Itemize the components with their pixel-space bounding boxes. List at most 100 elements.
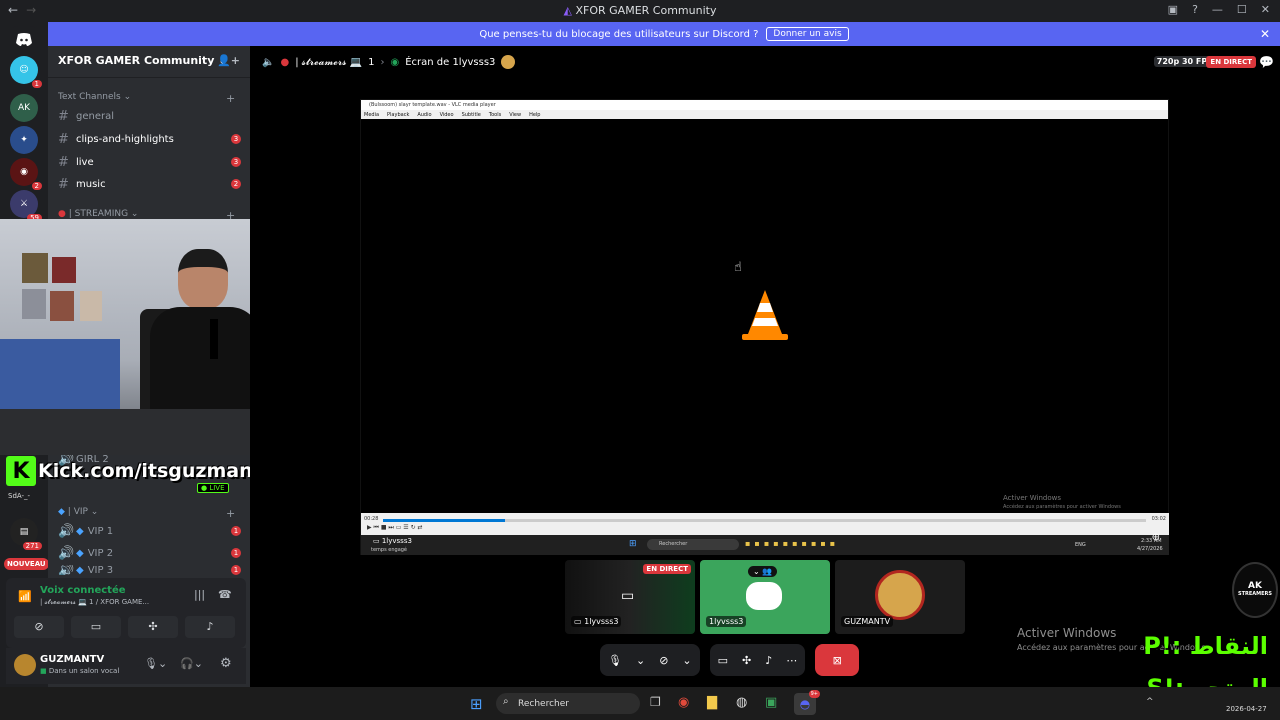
- start-icon[interactable]: ⊞: [470, 695, 483, 713]
- taskbar-search[interactable]: ⌕ Rechercher: [496, 693, 640, 714]
- inbox-icon[interactable]: ▣: [1168, 3, 1178, 16]
- channel-music[interactable]: # music 2: [58, 174, 243, 194]
- vlc-menu-audio[interactable]: Audio: [417, 112, 431, 118]
- category-vip[interactable]: ◆ | VIP ⌄ +: [58, 507, 235, 520]
- dm-avatar[interactable]: ☺ 1: [10, 56, 42, 88]
- chat-toggle-icon[interactable]: 💬: [1259, 55, 1274, 69]
- vlc-menu-tools[interactable]: Tools: [489, 112, 501, 118]
- tile-actions-icon[interactable]: ⌄ 👥: [748, 566, 778, 577]
- help-icon[interactable]: ?: [1192, 3, 1198, 16]
- arabic-points-overlay: النقاط :!P: [1143, 632, 1268, 660]
- mic-icon[interactable]: 🎙: [608, 654, 622, 667]
- participant-tile-stream[interactable]: EN DIRECT ▭ ▭ 1lyvsss3: [565, 560, 695, 634]
- kick-logo-icon: K: [6, 456, 36, 486]
- cursor-icon: ☝: [734, 260, 742, 275]
- camera-off-button[interactable]: ⊘: [14, 616, 64, 638]
- maximize-button[interactable]: ☐: [1237, 3, 1247, 16]
- server-icon-5[interactable]: ▤ 271: [10, 518, 42, 550]
- remote-start-icon: ⊞: [629, 539, 637, 549]
- participant-tile-voice[interactable]: ⌄ 👥 1lyvsss3: [700, 560, 830, 634]
- remote-taskbar-apps: ▪▪▪▪▪▪▪▪▪▪: [745, 539, 840, 548]
- tile-name: 1lyvsss3: [706, 616, 747, 627]
- file-explorer-icon[interactable]: ▇: [707, 695, 717, 710]
- add-channel-icon[interactable]: +: [226, 507, 235, 520]
- server-icon-ak[interactable]: AK: [10, 94, 38, 122]
- voice-channel-vip2[interactable]: 🔊 ◆ VIP 2 1: [58, 543, 243, 563]
- remote-taskbar: ▭ 1lyvsss3 temps engagé ⊞ Rechercher ▪▪▪…: [361, 535, 1169, 555]
- streamer-avatar: [501, 55, 516, 69]
- red-dot-icon: ●: [58, 209, 66, 219]
- share-screen-icon[interactable]: ▭: [718, 654, 728, 667]
- mic-icon[interactable]: 🎙⌄: [144, 657, 167, 670]
- server-header[interactable]: XFOR GAMER Community ⌄ 👤+: [48, 46, 250, 78]
- shared-screen[interactable]: (Bulssoom) slayr template.wav - VLC medi…: [360, 99, 1169, 555]
- headphones-icon[interactable]: 🎧⌄: [180, 657, 203, 670]
- channel-general[interactable]: # general: [58, 106, 243, 126]
- share-controls[interactable]: ▭ ✣ ♪ ⋯: [709, 644, 806, 676]
- xfor-logo-icon: ◭: [563, 4, 572, 17]
- voice-status[interactable]: Voix connectée: [40, 585, 126, 596]
- vlc-buttons[interactable]: ▶ ⏮ ■ ⏭ ▭ ☰ ↻ ⇄: [367, 524, 423, 532]
- more-icon[interactable]: ⋯: [786, 654, 797, 667]
- share-screen-button[interactable]: ▭: [71, 616, 121, 638]
- category-streaming[interactable]: ● | STREAMING ⌄ +: [58, 209, 235, 222]
- soundboard-button[interactable]: ♪: [185, 616, 235, 638]
- obs-icon[interactable]: ◍: [736, 695, 747, 710]
- new-badge[interactable]: NOUVEAU: [4, 558, 49, 570]
- chevron-down-icon[interactable]: ⌄: [682, 654, 691, 667]
- close-banner-icon[interactable]: ✕: [1260, 27, 1270, 41]
- category-text-channels[interactable]: Text Channels ⌄ +: [58, 92, 235, 105]
- speaker-icon: 🔈: [262, 56, 275, 68]
- disconnect-icon[interactable]: ☎: [218, 588, 232, 601]
- server-icon-2[interactable]: ✦: [10, 126, 38, 154]
- vlc-progress-bar[interactable]: [383, 519, 1146, 522]
- zoom-icon[interactable]: ⊕: [1152, 532, 1160, 543]
- tray-chevron-icon[interactable]: ^: [1146, 697, 1154, 707]
- screen-title: Écran de 1lyvsss3: [405, 56, 496, 68]
- participant-tile-guzmantv[interactable]: GUZMANTV: [835, 560, 965, 634]
- vlc-titlebar: (Bulssoom) slayr template.wav - VLC medi…: [361, 100, 1168, 110]
- username[interactable]: GUZMANTV: [40, 654, 104, 665]
- app-green-icon[interactable]: ▣: [765, 695, 777, 710]
- vlc-menu-playback[interactable]: Playback: [387, 112, 409, 118]
- avatar[interactable]: [14, 654, 36, 676]
- voice-channel-name[interactable]: | 𝓼𝓽𝓻𝓮𝓪𝓶𝓮𝓻𝓼 💻: [295, 57, 362, 68]
- discord-taskbar-icon[interactable]: ◓ 9+: [794, 690, 820, 715]
- activities-icon[interactable]: ✣: [742, 654, 751, 667]
- vlc-menu-view[interactable]: View: [509, 112, 521, 118]
- chevron-right-icon: ›: [380, 56, 385, 68]
- task-view-icon[interactable]: ❐: [650, 695, 661, 709]
- streamer-head: [178, 249, 228, 309]
- channel-clips-and-highlights[interactable]: # clips-and-highlights 3: [58, 129, 243, 149]
- home-button[interactable]: [10, 26, 38, 54]
- vlc-menu-media[interactable]: Media: [364, 112, 379, 118]
- vlc-menu-video[interactable]: Video: [440, 112, 454, 118]
- noise-suppression-icon[interactable]: |||: [194, 588, 205, 601]
- speaker-icon: 🔊: [58, 565, 75, 575]
- server-icon-3[interactable]: ◉ 2: [10, 158, 42, 190]
- vlc-activate-watermark: Activer Windows Accédez aux paramètres p…: [1003, 494, 1121, 510]
- minimize-button[interactable]: —: [1212, 3, 1223, 16]
- camera-off-icon[interactable]: ⊘: [659, 654, 668, 667]
- chevron-down-icon[interactable]: ⌄: [636, 654, 645, 667]
- feedback-button[interactable]: Donner un avis: [766, 27, 849, 41]
- chrome-icon[interactable]: ◉: [678, 695, 689, 710]
- voice-channel-vip3[interactable]: 🔊 ◆ VIP 3 1: [58, 565, 243, 575]
- channel-live[interactable]: # live 3: [58, 152, 243, 172]
- soundboard-icon[interactable]: ♪: [765, 654, 772, 667]
- add-channel-icon[interactable]: +: [226, 92, 235, 105]
- activities-button[interactable]: ✣: [128, 616, 178, 638]
- vlc-menu-help[interactable]: Help: [529, 112, 540, 118]
- leave-call-button[interactable]: ⊠: [815, 644, 860, 676]
- voice-channel-path[interactable]: | 𝓼𝓽𝓻𝓮𝓪𝓶𝓮𝓻𝓼 💻 1 / XFOR GAME...: [40, 598, 149, 607]
- mic-controls[interactable]: 🎙 ⌄ ⊘ ⌄: [600, 644, 700, 676]
- close-button[interactable]: ✕: [1261, 3, 1270, 16]
- user-status: ■ Dans un salon vocal: [40, 667, 120, 675]
- tile-avatar: [875, 570, 925, 620]
- vlc-menu-subtitle[interactable]: Subtitle: [462, 112, 481, 118]
- voice-channel-vip1[interactable]: 🔊 ◆ VIP 1 1: [58, 521, 243, 541]
- settings-gear-icon[interactable]: ⚙: [220, 656, 232, 671]
- streamer-body: [150, 307, 260, 417]
- add-member-icon[interactable]: 👤+: [217, 54, 240, 67]
- server-icon-4[interactable]: ⚔ 59: [10, 190, 42, 222]
